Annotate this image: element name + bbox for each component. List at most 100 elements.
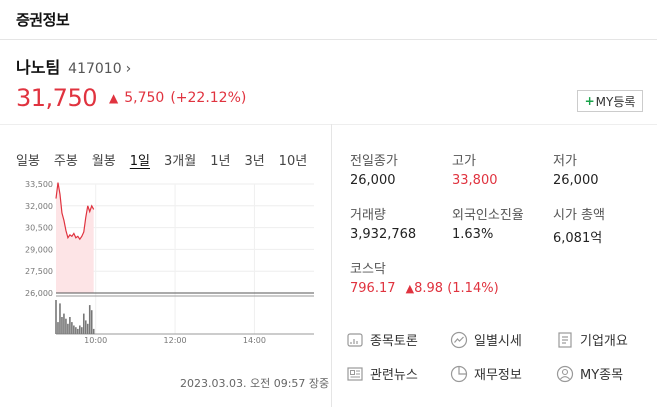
volume-bar [79, 325, 81, 334]
kosdaq-cell: 코스닥 796.17 ▲8.98 (1.14%) [350, 258, 499, 296]
volume-bar [69, 317, 71, 334]
my-register-label: MY등록 [595, 94, 636, 109]
pie-chart-icon [450, 365, 468, 382]
volume-bar [88, 305, 91, 334]
news-label: 관련뉴스 [370, 368, 418, 383]
x-tick-label: 12:00 [164, 336, 187, 345]
volume-bar [57, 322, 59, 334]
finance-label: 재무정보 [474, 368, 522, 383]
x-tick-label: 10:00 [84, 336, 107, 345]
volume-cell: 거래량 3,932,768 [350, 204, 416, 242]
trend-icon [450, 331, 468, 348]
y-tick-label: 33,500 [25, 180, 53, 189]
chevron-right-icon[interactable]: › [126, 61, 132, 77]
my-stocks-label: MY종목 [580, 368, 624, 383]
volume-bar [61, 317, 63, 334]
price-area [56, 182, 94, 293]
document-icon [558, 331, 572, 348]
prev-close-value: 26,000 [350, 173, 396, 188]
volume-bar [81, 327, 83, 334]
daily-price-link[interactable]: 일별시세 [450, 330, 522, 349]
high-value: 33,800 [452, 173, 498, 188]
tab-10year[interactable]: 10년 [279, 150, 308, 169]
volume-bar [92, 328, 95, 334]
y-tick-label: 29,000 [25, 245, 53, 254]
volume-bar [77, 328, 79, 334]
finance-link[interactable]: 재무정보 [450, 364, 522, 383]
tab-monthly-candle[interactable]: 월봉 [92, 150, 116, 169]
volume-value: 3,932,768 [350, 227, 417, 242]
x-tick-label: 14:00 [243, 336, 266, 345]
stock-name[interactable]: 나노팀 [16, 54, 60, 78]
high-cell: 고가 33,800 [452, 150, 498, 188]
my-register-button[interactable]: + MY등록 [577, 90, 643, 112]
kosdaq-value: 796.17 [350, 281, 396, 296]
volume-bar [82, 313, 85, 334]
mcap-label: 시가 총액 [553, 208, 605, 223]
mcap-cell: 시가 총액 6,081억 [553, 204, 605, 246]
period-tabs: 일봉 주봉 월봉 1일 3개월 1년 3년 10년 [16, 150, 321, 169]
price-change: 5,750 [124, 90, 165, 106]
stock-name-row[interactable]: 나노팀 417010 › [16, 54, 643, 78]
low-value: 26,000 [553, 173, 599, 188]
prev-close-cell: 전일종가 26,000 [350, 150, 398, 188]
news-link[interactable]: 관련뉴스 [346, 364, 418, 383]
kosdaq-label: 코스닥 [350, 262, 386, 277]
stock-code[interactable]: 417010 [68, 61, 121, 77]
plus-icon: + [584, 94, 595, 108]
foreign-cell: 외국인소진율 1.63% [452, 204, 524, 242]
user-icon [556, 365, 574, 382]
low-label: 저가 [553, 154, 577, 169]
low-cell: 저가 26,000 [553, 150, 599, 188]
volume-bar [84, 320, 87, 334]
volume-bar [65, 318, 67, 334]
section-header: 증권정보 [0, 0, 657, 40]
up-triangle-icon: ▲ [108, 91, 119, 105]
tab-weekly-candle[interactable]: 주봉 [54, 150, 78, 169]
news-icon [347, 366, 363, 381]
tab-1day[interactable]: 1일 [130, 150, 150, 169]
volume-bar [75, 327, 77, 334]
volume-bar [55, 300, 57, 334]
volume-bar [63, 313, 65, 334]
stock-head: 나노팀 417010 › [16, 54, 643, 78]
kosdaq-pct: (1.14%) [447, 281, 499, 296]
high-label: 고가 [452, 154, 476, 169]
volume-bar [86, 323, 89, 334]
volume-label: 거래량 [350, 208, 386, 223]
y-tick-label: 26,000 [25, 289, 53, 298]
mcap-value: 6,081억 [553, 231, 603, 246]
foreign-label: 외국인소진율 [452, 208, 524, 223]
tab-3month[interactable]: 3개월 [164, 150, 196, 169]
intraday-chart[interactable]: 33,500 32,000 30,500 29,000 27,500 26,000 10:0… [16, 176, 316, 346]
kosdaq-change: 8.98 [414, 281, 444, 296]
y-tick-label: 32,000 [25, 202, 53, 211]
y-tick-label: 27,500 [25, 267, 53, 276]
kosdaq-row: 796.17 ▲8.98 (1.14%) [350, 281, 499, 296]
timestamp: 2023.03.03. 오전 09:57 장중 [180, 377, 330, 390]
volume-bar [73, 325, 75, 334]
company-info-link[interactable]: 기업개요 [556, 330, 628, 349]
section-title: 증권정보 [16, 11, 70, 29]
volume-bar [71, 322, 73, 334]
daily-price-label: 일별시세 [474, 334, 522, 349]
tab-3year[interactable]: 3년 [244, 150, 264, 169]
current-price: 31,750 [16, 84, 97, 112]
my-stocks-link[interactable]: MY종목 [556, 364, 623, 383]
volume-bar [59, 303, 61, 334]
y-tick-label: 30,500 [25, 224, 53, 233]
tab-daily-candle[interactable]: 일봉 [16, 150, 40, 169]
tab-1year[interactable]: 1년 [210, 150, 230, 169]
divider-horizontal [0, 124, 657, 125]
discuss-label: 종목토론 [370, 334, 418, 349]
price-row: 31,750 ▲ 5,750 (+22.12%) [16, 84, 246, 112]
price-change-pct: (+22.12%) [170, 90, 247, 106]
company-info-label: 기업개요 [580, 334, 628, 349]
discuss-link[interactable]: 종목토론 [346, 330, 418, 349]
volume-bar [67, 323, 69, 334]
prev-close-label: 전일종가 [350, 154, 398, 169]
up-triangle-icon: ▲ [405, 282, 415, 295]
board-icon [347, 332, 363, 347]
volume-bar [90, 310, 93, 334]
divider-vertical [331, 124, 332, 407]
